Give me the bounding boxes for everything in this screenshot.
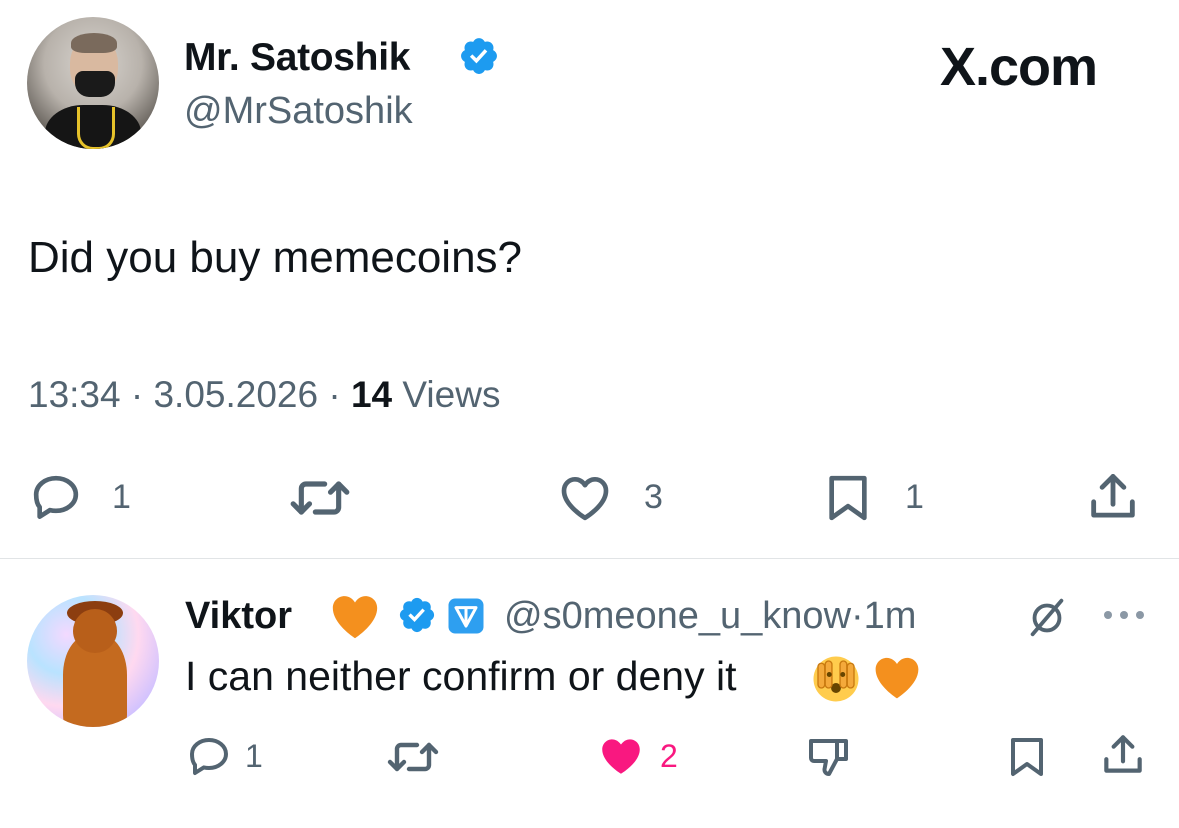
reply-author-name[interactable]: Viktor bbox=[185, 595, 292, 638]
reply-meta: @s0meone_u_know·1m bbox=[504, 595, 916, 638]
reply-text: I can neither confirm or deny it bbox=[185, 653, 737, 699]
reply-count: 1 bbox=[112, 478, 131, 516]
orange-heart-icon bbox=[326, 588, 384, 644]
meta-separator: · bbox=[120, 374, 154, 415]
bookmark-count: 1 bbox=[905, 478, 924, 516]
avatar-hair bbox=[71, 33, 117, 53]
ton-badge-icon bbox=[446, 596, 486, 636]
repost-arrows-icon bbox=[387, 742, 439, 772]
reply-like-count: 2 bbox=[660, 738, 678, 774]
author-handle[interactable]: @MrSatoshik bbox=[184, 90, 413, 133]
reply-repost-button[interactable] bbox=[384, 733, 442, 781]
avatar-mask bbox=[75, 71, 115, 97]
tweet-meta: 13:34 · 3.05.2026 · 14 Views bbox=[28, 374, 500, 416]
reply-text-line: I can neither confirm or deny it bbox=[185, 653, 736, 700]
bookmark-icon bbox=[1011, 738, 1043, 776]
reply-dislike-button[interactable] bbox=[805, 733, 853, 781]
reply-author-handle[interactable]: @s0meone_u_know bbox=[504, 595, 851, 637]
bookmark-button[interactable] bbox=[820, 470, 876, 526]
repost-button[interactable] bbox=[286, 470, 354, 526]
like-button[interactable] bbox=[555, 470, 615, 526]
reply-share-button[interactable] bbox=[1098, 730, 1148, 780]
reply-bookmark-button[interactable] bbox=[1003, 733, 1051, 781]
reply-time[interactable]: 1m bbox=[864, 595, 917, 637]
avatar-lanyard bbox=[77, 107, 115, 149]
orange-heart-emoji-icon bbox=[870, 650, 924, 704]
reply-author-avatar[interactable] bbox=[27, 595, 159, 727]
reply-avatar-head bbox=[73, 609, 117, 653]
verified-badge-icon bbox=[397, 595, 437, 635]
heart-icon bbox=[561, 477, 609, 521]
brand-label: X.com bbox=[940, 37, 1098, 97]
tweet-time[interactable]: 13:34 bbox=[28, 374, 121, 415]
grok-slash-circle-icon bbox=[1030, 598, 1064, 637]
meta-separator: · bbox=[318, 374, 351, 415]
views-label: Views bbox=[402, 374, 501, 415]
views-count: 14 bbox=[350, 374, 393, 415]
share-upload-icon bbox=[1104, 735, 1142, 773]
divider bbox=[0, 558, 1179, 559]
verified-badge-icon bbox=[458, 35, 500, 77]
author-avatar[interactable] bbox=[27, 17, 159, 149]
reply-reply-button[interactable] bbox=[185, 733, 233, 781]
peeking-face-emoji-icon bbox=[809, 652, 863, 706]
meta-separator: · bbox=[851, 595, 864, 637]
like-count: 3 bbox=[644, 478, 663, 516]
reply-button[interactable] bbox=[28, 470, 84, 526]
repost-arrows-icon bbox=[290, 481, 350, 515]
more-options-button[interactable] bbox=[1100, 600, 1148, 630]
heart-icon bbox=[602, 739, 640, 774]
speech-bubble-icon bbox=[33, 475, 79, 519]
author-name[interactable]: Mr. Satoshik bbox=[184, 36, 410, 80]
reply-reply-count: 1 bbox=[245, 738, 263, 774]
reply-like-button[interactable] bbox=[594, 731, 648, 781]
share-button[interactable] bbox=[1084, 468, 1142, 526]
tweet-text: Did you buy memecoins? bbox=[28, 233, 523, 282]
speech-bubble-icon bbox=[190, 738, 228, 775]
bookmark-icon bbox=[829, 475, 867, 521]
ellipsis-icon bbox=[1104, 611, 1144, 619]
tweet-date[interactable]: 3.05.2026 bbox=[153, 374, 318, 415]
share-upload-icon bbox=[1091, 474, 1135, 518]
thumbs-down-icon bbox=[809, 739, 848, 776]
grok-button[interactable] bbox=[1022, 594, 1072, 640]
